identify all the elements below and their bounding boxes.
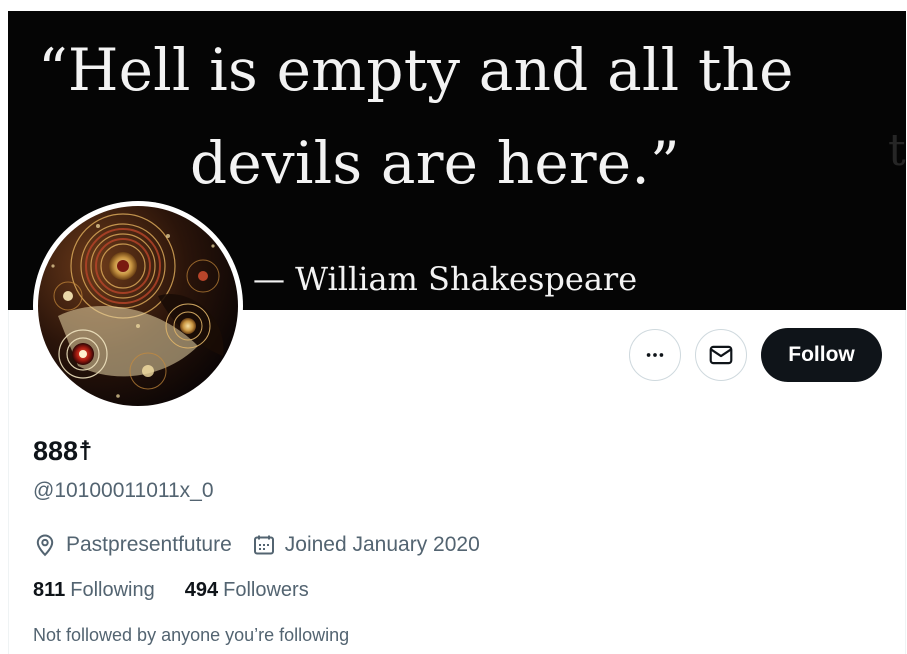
username-handle: @10100011011x_0 (33, 479, 214, 502)
banner-quote-line-1: “Hell is empty and all the (38, 36, 794, 104)
followers-count: 494 (184, 579, 219, 601)
column-border-right (905, 310, 906, 654)
more-horizontal-icon (646, 353, 664, 357)
social-context-text: Not followed by anyone you’re following (33, 625, 350, 645)
display-name: 888☨ (33, 436, 93, 466)
fractal-art-avatar-icon (38, 206, 238, 406)
joined-date-text: Joined January 2020 (284, 533, 480, 556)
banner-quote-line-2: devils are here.” (190, 129, 680, 197)
followers-label: Followers (223, 579, 309, 601)
location-item: Pastpresentfuture (33, 533, 232, 557)
location-text: Pastpresentfuture (66, 533, 232, 556)
column-border-left (8, 310, 9, 654)
following-label: Following (70, 579, 155, 601)
profile-meta: Pastpresentfuture Joined January 2020 (33, 531, 500, 559)
message-button[interactable] (695, 329, 747, 381)
joined-item: Joined January 2020 (252, 533, 480, 557)
following-link[interactable]: 811 Following (33, 579, 155, 602)
follow-button[interactable]: Follow (761, 328, 882, 382)
more-options-button[interactable] (629, 329, 681, 381)
banner-partial-glyph: t (888, 125, 906, 176)
follow-stats: 811 Following 494 Followers (33, 579, 339, 602)
envelope-icon (709, 345, 733, 365)
avatar[interactable] (33, 201, 243, 411)
banner-attribution: — William Shakespeare (253, 260, 638, 298)
calendar-icon (253, 535, 274, 555)
following-count: 811 (33, 579, 66, 601)
followers-link[interactable]: 494 Followers (185, 579, 309, 602)
profile-page: “Hell is empty and all the devils are he… (0, 0, 907, 654)
location-pin-icon (36, 534, 54, 557)
